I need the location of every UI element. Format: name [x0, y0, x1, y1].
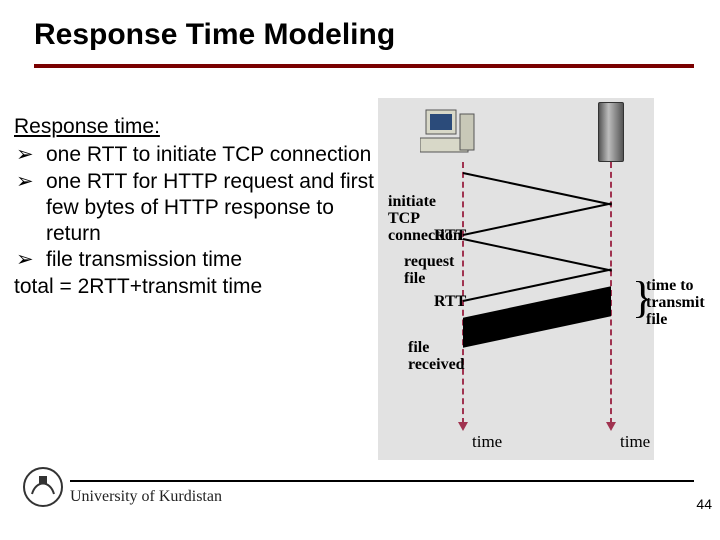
- footer-separator: [70, 480, 694, 482]
- page-number: 44: [696, 496, 712, 512]
- slide: Response Time Modeling Response time: ➢ …: [0, 0, 720, 540]
- server-icon: [598, 102, 624, 162]
- university-logo-icon: [22, 466, 64, 508]
- label-rtt: RTT: [434, 228, 466, 245]
- title-underline: [34, 64, 694, 68]
- bullet-glyph: ➢: [14, 142, 46, 168]
- label-request-file: request file: [404, 254, 464, 288]
- bullet-item: ➢ one RTT for HTTP request and first few…: [14, 169, 374, 248]
- label-time-to-transmit: time to transmit file: [646, 278, 718, 328]
- bullet-text: file transmission time: [46, 247, 374, 273]
- body-text: Response time: ➢ one RTT to initiate TCP…: [14, 114, 374, 300]
- slide-title: Response Time Modeling: [34, 18, 395, 52]
- body-heading: Response time:: [14, 114, 374, 140]
- bullet-text: one RTT to initiate TCP connection: [46, 142, 374, 168]
- university-name: University of Kurdistan: [70, 488, 222, 506]
- label-file-received: file received: [408, 340, 468, 374]
- label-rtt: RTT: [434, 294, 466, 311]
- arrowhead-down-icon: [606, 422, 616, 431]
- axis-label-time: time: [472, 432, 502, 452]
- total-line: total = 2RTT+transmit time: [14, 274, 374, 300]
- bullet-text: one RTT for HTTP request and first few b…: [46, 169, 374, 248]
- bullet-item: ➢ file transmission time: [14, 247, 374, 273]
- axis-label-time: time: [620, 432, 650, 452]
- bullet-item: ➢ one RTT to initiate TCP connection: [14, 142, 374, 168]
- bullet-glyph: ➢: [14, 247, 46, 273]
- bullet-glyph: ➢: [14, 169, 46, 195]
- arrowhead-down-icon: [458, 422, 468, 431]
- client-computer-icon: [420, 108, 476, 154]
